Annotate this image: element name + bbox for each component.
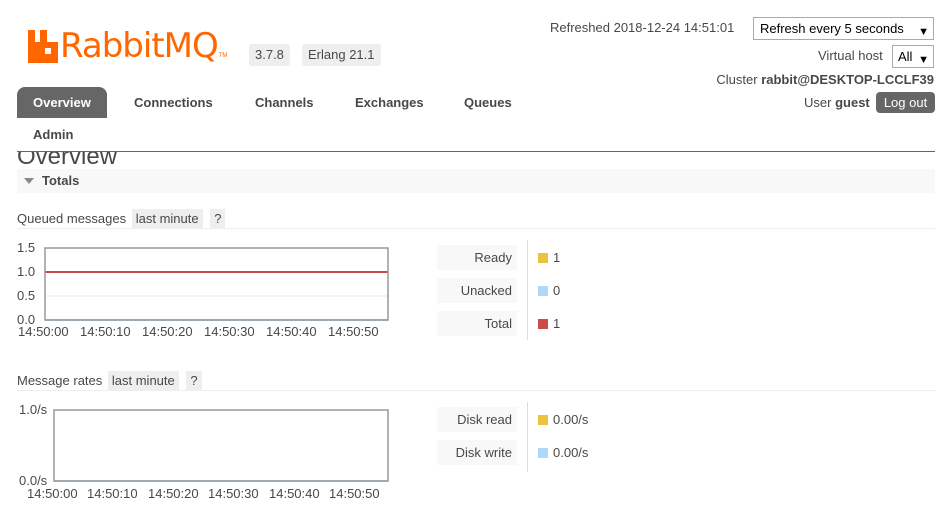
x-tick-label: 14:50:00 — [27, 486, 78, 501]
cluster-label: Cluster — [716, 72, 758, 87]
legend-swatch-disk-read — [538, 415, 548, 425]
x-tick-label: 14:50:40 — [269, 486, 320, 501]
y-tick-label: 1.0/s — [19, 402, 48, 417]
virtual-host-value: All — [898, 49, 913, 64]
rates-help-icon[interactable]: ? — [186, 371, 202, 390]
plot-border — [53, 409, 389, 482]
queued-messages-chart: 1.51.00.50.014:50:00 14:50:10 14:50:20 14:5… — [17, 240, 389, 339]
x-tick-label: 14:50:20 — [148, 486, 199, 501]
dropdown-arrow-icon: ▼ — [918, 26, 929, 38]
x-tick-label: 14:50:30 — [208, 486, 259, 501]
logo-trademark: TM — [218, 53, 228, 59]
legend-value-ready: 1 — [553, 250, 561, 265]
logo-text: RabbitMQ — [60, 26, 219, 66]
y-tick-label: 1.5 — [17, 240, 35, 255]
x-tick-label: 14:50:50 — [328, 324, 379, 339]
legend-swatch-disk-write — [538, 448, 548, 458]
rabbitmq-version-badge: 3.7.8 — [249, 44, 290, 66]
virtual-host-label: Virtual host — [818, 48, 883, 63]
dropdown-arrow-icon: ▼ — [918, 54, 929, 66]
collapse-triangle-icon — [24, 178, 34, 184]
divider — [17, 390, 935, 391]
refresh-interval-value: Refresh every 5 seconds — [760, 21, 904, 36]
tab-divider — [17, 151, 935, 152]
legend-label-disk-write: Disk write — [437, 440, 517, 465]
tab-channels[interactable]: Channels — [255, 87, 314, 118]
virtual-host-select[interactable]: All ▼ — [892, 45, 934, 68]
legend-label-total: Total — [437, 311, 517, 336]
tab-overview[interactable]: Overview — [17, 87, 107, 118]
erlang-version-badge: Erlang 21.1 — [302, 44, 381, 66]
totals-section-header[interactable]: Totals — [17, 169, 935, 193]
user-label: User — [804, 95, 832, 110]
cluster-name: rabbit@DESKTOP-LCCLF39 — [761, 72, 934, 87]
logout-button[interactable]: Log out — [876, 92, 935, 113]
x-tick-label: 14:50:50 — [329, 486, 380, 501]
tab-exchanges[interactable]: Exchanges — [355, 87, 424, 118]
legend-swatch-total — [538, 319, 548, 329]
legend-value-disk-read: 0.00/s — [553, 412, 589, 427]
legend-value-disk-write: 0.00/s — [553, 445, 589, 460]
refreshed-timestamp: Refreshed 2018-12-24 14:51:01 — [550, 20, 735, 35]
legend-swatch-unacked — [538, 286, 548, 296]
user-name: guest — [835, 95, 870, 110]
legend-value-total: 1 — [553, 316, 561, 331]
x-tick-label: 14:50:00 — [18, 324, 69, 339]
queued-messages-label: Queued messages — [17, 211, 127, 226]
message-rates-chart: 1.0/s0.0/s14:50:00 14:50:10 14:50:20 14:50:… — [19, 402, 389, 501]
rates-range-selector[interactable]: last minute — [107, 371, 179, 390]
tab-admin[interactable]: Admin — [33, 119, 73, 150]
tab-connections[interactable]: Connections — [134, 87, 213, 118]
y-tick-label: 1.0 — [17, 264, 35, 279]
message-rates-header: Message rates last minute ? — [17, 371, 202, 390]
legend-separator — [527, 402, 528, 472]
user-info: User guest — [804, 95, 870, 110]
legend-separator — [527, 240, 528, 340]
tab-queues[interactable]: Queues — [464, 87, 512, 118]
x-tick-label: 14:50:30 — [204, 324, 255, 339]
cluster-info: Cluster rabbit@DESKTOP-LCCLF39 — [716, 72, 934, 87]
legend-value-unacked: 0 — [553, 283, 561, 298]
rabbitmq-logo[interactable]: RabbitMQ TM — [28, 27, 227, 65]
legend-label-ready: Ready — [437, 245, 517, 270]
queued-help-icon[interactable]: ? — [210, 209, 226, 228]
legend-label-unacked: Unacked — [437, 278, 517, 303]
x-tick-label: 14:50:10 — [80, 324, 131, 339]
queued-range-selector[interactable]: last minute — [131, 209, 203, 228]
divider — [17, 228, 935, 229]
message-rates-label: Message rates — [17, 373, 103, 388]
rabbitmq-logo-icon — [28, 29, 58, 63]
refresh-interval-select[interactable]: Refresh every 5 seconds ▼ — [753, 17, 934, 40]
plot-border — [44, 247, 389, 321]
x-tick-label: 14:50:20 — [142, 324, 193, 339]
legend-swatch-ready — [538, 253, 548, 263]
y-tick-label: 0.5 — [17, 288, 35, 303]
queued-messages-header: Queued messages last minute ? — [17, 209, 226, 228]
x-tick-label: 14:50:10 — [87, 486, 138, 501]
legend-label-disk-read: Disk read — [437, 407, 517, 432]
totals-title: Totals — [42, 173, 80, 188]
x-tick-label: 14:50:40 — [266, 324, 317, 339]
